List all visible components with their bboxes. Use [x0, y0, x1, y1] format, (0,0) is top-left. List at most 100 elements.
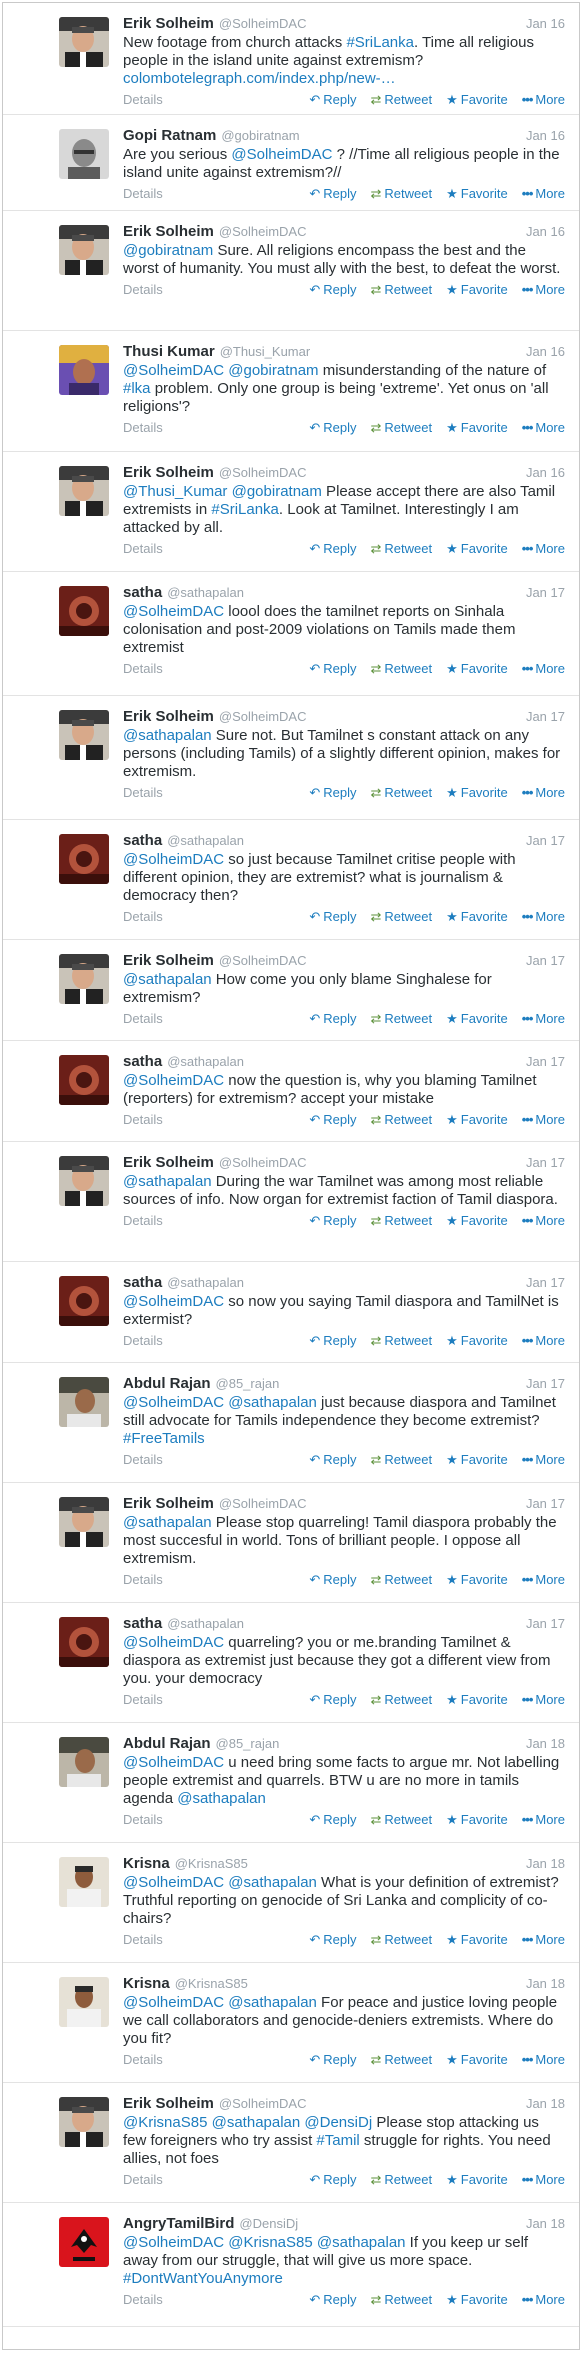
favorite-button[interactable]: ★ Favorite	[446, 186, 508, 201]
avatar[interactable]	[59, 2217, 109, 2267]
reply-button[interactable]: ↶ Reply	[309, 1452, 356, 1467]
tweet-link[interactable]: @SolheimDAC	[123, 1394, 224, 1411]
avatar[interactable]	[59, 1276, 109, 1326]
favorite-button[interactable]: ★ Favorite	[446, 2052, 508, 2067]
author-name[interactable]: Erik Solheim	[123, 1495, 214, 1513]
favorite-button[interactable]: ★ Favorite	[446, 1112, 508, 1127]
favorite-button[interactable]: ★ Favorite	[446, 1812, 508, 1827]
retweet-button[interactable]: ⇄ Retweet	[370, 2292, 432, 2307]
author-handle[interactable]: @sathapalan	[167, 584, 244, 602]
more-button[interactable]: ••• More	[522, 1333, 565, 1348]
tweet-link[interactable]: @SolheimDAC	[123, 1994, 224, 2011]
favorite-button[interactable]: ★ Favorite	[446, 1692, 508, 1707]
tweet-date[interactable]: Jan 18	[526, 1855, 565, 1873]
retweet-button[interactable]: ⇄ Retweet	[370, 92, 432, 107]
author-name[interactable]: satha	[123, 584, 162, 602]
more-button[interactable]: ••• More	[522, 909, 565, 924]
tweet-date[interactable]: Jan 17	[526, 1274, 565, 1292]
author-handle[interactable]: @85_rajan	[216, 1735, 280, 1753]
favorite-button[interactable]: ★ Favorite	[446, 909, 508, 924]
author-name[interactable]: Erik Solheim	[123, 15, 214, 33]
tweet-date[interactable]: Jan 18	[526, 2095, 565, 2113]
tweet-link[interactable]: @KrisnaS85	[228, 2234, 312, 2251]
favorite-button[interactable]: ★ Favorite	[446, 1333, 508, 1348]
author-name[interactable]: AngryTamilBird	[123, 2215, 234, 2233]
author-name[interactable]: Abdul Rajan	[123, 1735, 211, 1753]
avatar[interactable]	[59, 1156, 109, 1206]
author-handle[interactable]: @gobiratnam	[221, 127, 299, 145]
tweet-link[interactable]: #SriLanka	[346, 34, 414, 51]
more-button[interactable]: ••• More	[522, 1452, 565, 1467]
author-name[interactable]: Krisna	[123, 1975, 170, 1993]
tweet-date[interactable]: Jan 18	[526, 2215, 565, 2233]
tweet-link[interactable]: @gobiratnam	[123, 242, 213, 259]
avatar[interactable]	[59, 1497, 109, 1547]
avatar[interactable]	[59, 1977, 109, 2027]
favorite-button[interactable]: ★ Favorite	[446, 1932, 508, 1947]
reply-button[interactable]: ↶ Reply	[309, 1932, 356, 1947]
tweet-link[interactable]: @sathapalan	[212, 2114, 301, 2131]
reply-button[interactable]: ↶ Reply	[309, 2172, 356, 2187]
favorite-button[interactable]: ★ Favorite	[446, 1011, 508, 1026]
avatar[interactable]	[59, 1377, 109, 1427]
avatar[interactable]	[59, 834, 109, 884]
details-link[interactable]: Details	[123, 785, 163, 800]
author-handle[interactable]: @SolheimDAC	[219, 952, 307, 970]
more-button[interactable]: ••• More	[522, 186, 565, 201]
favorite-button[interactable]: ★ Favorite	[446, 2292, 508, 2307]
reply-button[interactable]: ↶ Reply	[309, 92, 356, 107]
author-handle[interactable]: @KrisnaS85	[175, 1855, 248, 1873]
details-link[interactable]: Details	[123, 92, 163, 107]
favorite-button[interactable]: ★ Favorite	[446, 92, 508, 107]
reply-button[interactable]: ↶ Reply	[309, 661, 356, 676]
tweet-link[interactable]: @SolheimDAC	[123, 1874, 224, 1891]
author-handle[interactable]: @SolheimDAC	[219, 1154, 307, 1172]
reply-button[interactable]: ↶ Reply	[309, 1112, 356, 1127]
tweet-link[interactable]: @SolheimDAC	[123, 1293, 224, 1310]
author-name[interactable]: satha	[123, 1274, 162, 1292]
details-link[interactable]: Details	[123, 1692, 163, 1707]
details-link[interactable]: Details	[123, 541, 163, 556]
details-link[interactable]: Details	[123, 1812, 163, 1827]
more-button[interactable]: ••• More	[522, 541, 565, 556]
reply-button[interactable]: ↶ Reply	[309, 186, 356, 201]
tweet-link[interactable]: #DontWantYouAnymore	[123, 2270, 283, 2287]
reply-button[interactable]: ↶ Reply	[309, 1812, 356, 1827]
more-button[interactable]: ••• More	[522, 1572, 565, 1587]
tweet-date[interactable]: Jan 17	[526, 584, 565, 602]
avatar[interactable]	[59, 2097, 109, 2147]
reply-button[interactable]: ↶ Reply	[309, 420, 356, 435]
retweet-button[interactable]: ⇄ Retweet	[370, 2172, 432, 2187]
tweet-link[interactable]: @SolheimDAC	[123, 362, 224, 379]
author-handle[interactable]: @SolheimDAC	[219, 1495, 307, 1513]
tweet-link[interactable]: @gobiratnam	[232, 483, 322, 500]
reply-button[interactable]: ↶ Reply	[309, 1692, 356, 1707]
reply-button[interactable]: ↶ Reply	[309, 1572, 356, 1587]
retweet-button[interactable]: ⇄ Retweet	[370, 1452, 432, 1467]
reply-button[interactable]: ↶ Reply	[309, 1213, 356, 1228]
avatar[interactable]	[59, 466, 109, 516]
tweet-date[interactable]: Jan 16	[526, 15, 565, 33]
favorite-button[interactable]: ★ Favorite	[446, 420, 508, 435]
author-handle[interactable]: @SolheimDAC	[219, 223, 307, 241]
favorite-button[interactable]: ★ Favorite	[446, 785, 508, 800]
tweet-link[interactable]: #FreeTamils	[123, 1430, 205, 1447]
tweet-date[interactable]: Jan 16	[526, 343, 565, 361]
reply-button[interactable]: ↶ Reply	[309, 2052, 356, 2067]
more-button[interactable]: ••• More	[522, 661, 565, 676]
tweet-date[interactable]: Jan 18	[526, 1735, 565, 1753]
tweet-link[interactable]: @SolheimDAC	[123, 1634, 224, 1651]
author-handle[interactable]: @KrisnaS85	[175, 1975, 248, 1993]
favorite-button[interactable]: ★ Favorite	[446, 282, 508, 297]
retweet-button[interactable]: ⇄ Retweet	[370, 785, 432, 800]
author-handle[interactable]: @sathapalan	[167, 1615, 244, 1633]
favorite-button[interactable]: ★ Favorite	[446, 541, 508, 556]
details-link[interactable]: Details	[123, 2292, 163, 2307]
reply-button[interactable]: ↶ Reply	[309, 1011, 356, 1026]
avatar[interactable]	[59, 1055, 109, 1105]
retweet-button[interactable]: ⇄ Retweet	[370, 420, 432, 435]
tweet-link[interactable]: #Tamil	[316, 2132, 359, 2149]
avatar[interactable]	[59, 710, 109, 760]
tweet-link[interactable]: @SolheimDAC	[123, 603, 224, 620]
retweet-button[interactable]: ⇄ Retweet	[370, 1213, 432, 1228]
